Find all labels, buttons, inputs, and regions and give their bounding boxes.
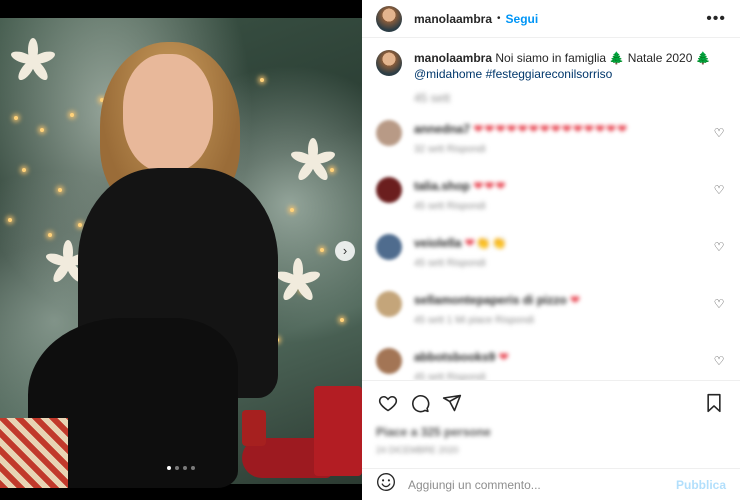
post-actions: Piace a 325 persone 24 DICEMBRE 2020 bbox=[362, 380, 740, 468]
comment-username[interactable]: abbotsbooks9 bbox=[414, 350, 495, 364]
share-icon[interactable] bbox=[440, 391, 464, 415]
carousel-next-button[interactable]: › bbox=[335, 241, 355, 261]
post-caption: manolaambra Noi siamo in famiglia 🌲 Nata… bbox=[376, 46, 726, 106]
post-date: 24 DICEMBRE 2020 bbox=[376, 445, 459, 455]
carousel-dot bbox=[183, 466, 187, 470]
comment-text: ❤ bbox=[570, 293, 582, 307]
comment-meta[interactable]: 45 sett Rispondi bbox=[414, 372, 712, 380]
gift-box bbox=[0, 418, 68, 488]
comment-meta[interactable]: 45 sett 1 Mi piace Rispondi bbox=[414, 315, 712, 326]
comment-item: talia.shop ❤❤❤ 45 sett Rispondi ♡ bbox=[376, 177, 726, 234]
avatar[interactable] bbox=[376, 177, 402, 203]
emoji-icon[interactable] bbox=[376, 472, 396, 497]
comment-username[interactable]: talia.shop bbox=[414, 179, 470, 193]
comment-like-icon[interactable]: ♡ bbox=[712, 354, 726, 368]
carousel-dot bbox=[167, 466, 171, 470]
avatar[interactable] bbox=[376, 234, 402, 260]
comment-like-icon[interactable]: ♡ bbox=[712, 297, 726, 311]
comments-list[interactable]: manolaambra Noi siamo in famiglia 🌲 Nata… bbox=[362, 46, 740, 380]
header-separator: • bbox=[497, 13, 501, 24]
comment-meta[interactable]: 32 sett Rispondi bbox=[414, 144, 712, 155]
comment-item: abbotsbooks9 ❤ 45 sett Rispondi ♡ bbox=[376, 348, 726, 380]
post-image bbox=[0, 18, 362, 488]
comment-text: ❤👏👏 bbox=[464, 236, 508, 250]
publish-button[interactable]: Pubblica bbox=[676, 478, 726, 492]
comment-text: ❤❤❤❤❤❤❤❤❤❤❤❤❤❤ bbox=[473, 122, 629, 136]
poinsettia-decoration bbox=[9, 38, 57, 84]
post-header: manolaambra • Segui ••• bbox=[362, 0, 740, 38]
post-photo[interactable]: › bbox=[0, 0, 362, 500]
comment-text: ❤ bbox=[498, 350, 510, 364]
comment-like-icon[interactable]: ♡ bbox=[712, 183, 726, 197]
comment-username[interactable]: veiolella bbox=[414, 236, 461, 250]
comment-item: annedna7 ❤❤❤❤❤❤❤❤❤❤❤❤❤❤ 32 sett Rispondi ♡ bbox=[376, 120, 726, 177]
comment-username[interactable]: sellamontepaperis di pizzo bbox=[414, 293, 567, 307]
avatar[interactable] bbox=[376, 5, 402, 32]
caption-hashtag[interactable]: #festeggiareconilsorriso bbox=[486, 67, 613, 81]
comment-text: ❤❤❤ bbox=[473, 179, 507, 193]
avatar[interactable] bbox=[376, 348, 402, 374]
follow-button[interactable]: Segui bbox=[506, 12, 539, 26]
carousel-dot bbox=[175, 466, 179, 470]
comment-like-icon[interactable]: ♡ bbox=[712, 126, 726, 140]
bookmark-icon[interactable] bbox=[702, 391, 726, 415]
avatar[interactable] bbox=[376, 50, 402, 76]
comment-meta[interactable]: 45 sett Rispondi bbox=[414, 258, 712, 269]
comment-item: sellamontepaperis di pizzo ❤ 45 sett 1 Mi… bbox=[376, 291, 726, 348]
caption-mention[interactable]: @midahome bbox=[414, 67, 482, 81]
carousel-dots bbox=[0, 466, 362, 470]
heart-icon[interactable] bbox=[376, 391, 400, 415]
carousel-dot bbox=[191, 466, 195, 470]
comment-item: veiolella ❤👏👏 45 sett Rispondi ♡ bbox=[376, 234, 726, 291]
comment-like-icon[interactable]: ♡ bbox=[712, 240, 726, 254]
more-options-icon[interactable]: ••• bbox=[706, 10, 726, 28]
person-face bbox=[123, 54, 213, 172]
caption-username[interactable]: manolaambra bbox=[414, 51, 492, 65]
header-username[interactable]: manolaambra bbox=[414, 12, 492, 26]
caption-text: Noi siamo in famiglia 🌲 Natale 2020 🌲 bbox=[495, 51, 711, 65]
comment-username[interactable]: annedna7 bbox=[414, 122, 470, 136]
caption-time: 45 sett bbox=[414, 91, 451, 105]
poinsettia-decoration bbox=[289, 138, 337, 184]
comment-meta[interactable]: 45 sett Rispondi bbox=[414, 201, 712, 212]
add-comment-bar: Pubblica bbox=[362, 468, 740, 500]
likes-count[interactable]: Piace a 325 persone bbox=[376, 425, 726, 439]
comment-input[interactable] bbox=[408, 477, 676, 492]
comment-icon[interactable] bbox=[408, 391, 432, 415]
poinsettia-decoration bbox=[274, 258, 322, 304]
post-side-panel: manolaambra • Segui ••• manolaambra Noi … bbox=[362, 0, 740, 500]
avatar[interactable] bbox=[376, 291, 402, 317]
avatar[interactable] bbox=[376, 120, 402, 146]
